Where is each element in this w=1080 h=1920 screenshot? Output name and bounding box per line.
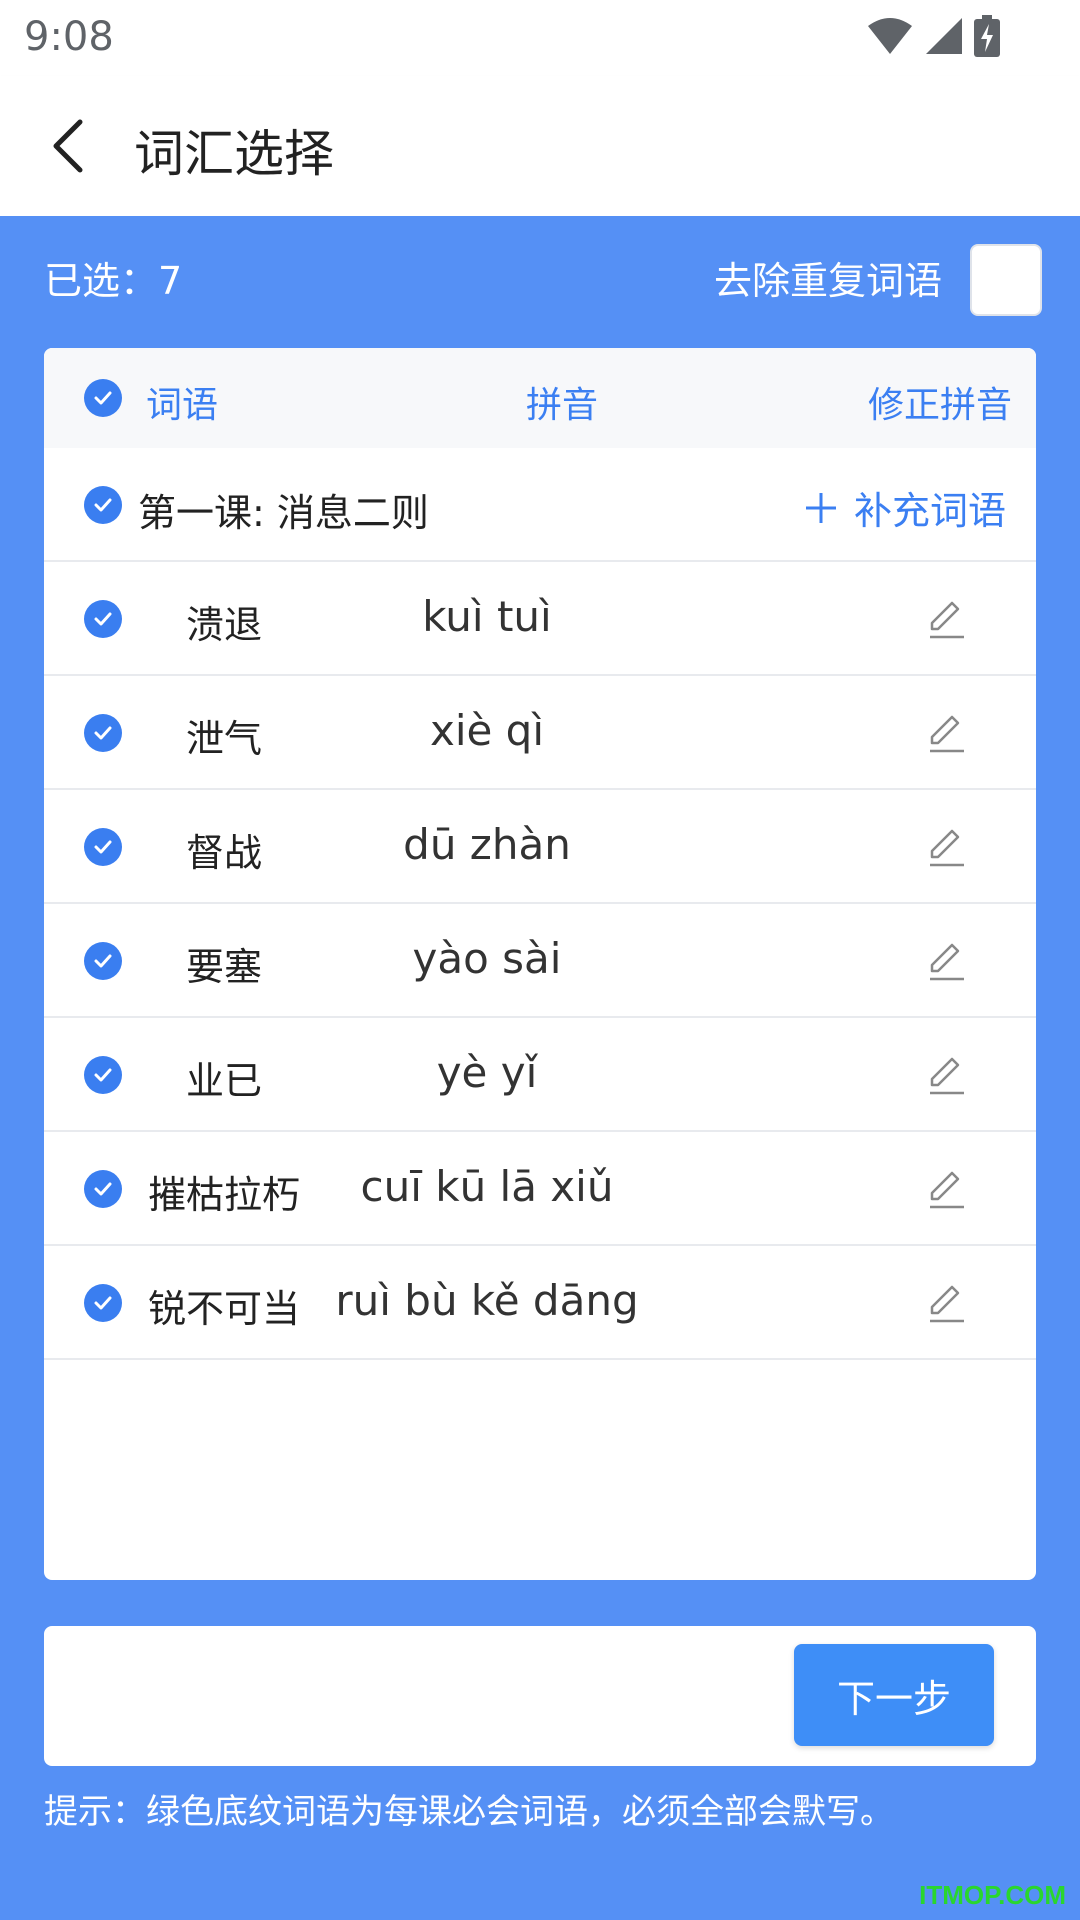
word-row[interactable]: 业已 yè yǐ	[44, 1018, 1036, 1132]
check-icon	[94, 1182, 112, 1196]
word-checkbox[interactable]	[84, 828, 122, 866]
edit-pencil-icon	[930, 601, 964, 639]
content-area: 已选：7 去除重复词语 词语 拼音 修正拼音 第一课: 消息二则 补充词语 溃退…	[0, 216, 1080, 1920]
word-text: 要塞	[186, 945, 263, 989]
edit-pencil-icon	[930, 829, 964, 867]
word-text: 督战	[186, 831, 263, 875]
word-checkbox[interactable]	[84, 1284, 122, 1322]
edit-pinyin-button[interactable]	[924, 597, 968, 641]
plus-icon	[805, 492, 836, 523]
battery-charging-icon	[974, 15, 1000, 57]
word-pinyin: ruì bù kě dāng	[335, 1276, 639, 1325]
dedupe-label: 去除重复词语	[713, 259, 942, 303]
word-text: 泄气	[186, 717, 263, 761]
lesson-checkbox[interactable]	[84, 486, 122, 524]
edit-pencil-icon	[930, 1285, 964, 1323]
edit-pencil-icon	[930, 1057, 964, 1095]
column-header-word: 词语	[146, 385, 219, 426]
word-pinyin: cuī kū lā xiǔ	[360, 1162, 614, 1211]
word-row[interactable]: 要塞 yào sài	[44, 904, 1036, 1018]
edit-pinyin-button[interactable]	[924, 1053, 968, 1097]
edit-pinyin-button[interactable]	[924, 939, 968, 983]
column-header-fix-pinyin: 修正拼音	[867, 385, 1012, 426]
check-icon	[94, 954, 112, 968]
word-row[interactable]: 溃退 kuì tuì	[44, 562, 1036, 676]
word-checkbox[interactable]	[84, 600, 122, 638]
word-row[interactable]: 摧枯拉朽 cuī kū lā xiǔ	[44, 1132, 1036, 1246]
column-header-pinyin: 拼音	[526, 385, 599, 426]
selected-count: 已选：7	[44, 259, 183, 303]
edit-pinyin-button[interactable]	[924, 825, 968, 869]
word-pinyin: xiè qì	[429, 706, 545, 755]
app-bar: 词汇选择	[0, 76, 1080, 216]
add-word-button[interactable]: 补充词语	[804, 480, 1006, 535]
back-button[interactable]	[34, 112, 102, 180]
word-row[interactable]: 泄气 xiè qì	[44, 676, 1036, 790]
check-icon	[94, 391, 112, 405]
select-all-checkbox[interactable]	[84, 379, 122, 417]
word-pinyin: yè yǐ	[436, 1048, 538, 1097]
word-checkbox[interactable]	[84, 942, 122, 980]
check-icon	[94, 840, 112, 854]
word-text: 业已	[186, 1059, 263, 1103]
word-checkbox[interactable]	[84, 1056, 122, 1094]
check-icon	[94, 1068, 112, 1082]
dedupe-checkbox[interactable]	[970, 244, 1042, 316]
edit-pinyin-button[interactable]	[924, 1281, 968, 1325]
table-header: 词语 拼音 修正拼音	[44, 348, 1036, 448]
check-icon	[94, 1296, 112, 1310]
check-icon	[94, 612, 112, 626]
word-row[interactable]: 锐不可当 ruì bù kě dāng	[44, 1246, 1036, 1360]
bottom-panel: 下一步	[44, 1626, 1036, 1766]
edit-pinyin-button[interactable]	[924, 711, 968, 755]
status-time: 9:08	[24, 14, 114, 60]
word-checkbox[interactable]	[84, 1170, 122, 1208]
lesson-row: 第一课: 消息二则 补充词语	[44, 448, 1036, 562]
page-title: 词汇选择	[134, 125, 334, 183]
edit-pencil-icon	[930, 943, 964, 981]
check-icon	[94, 726, 112, 740]
next-step-button[interactable]: 下一步	[794, 1644, 994, 1746]
back-arrow-icon	[53, 119, 83, 173]
word-text: 溃退	[186, 603, 263, 647]
status-bar: 9:08	[0, 0, 1080, 76]
word-list-card: 词语 拼音 修正拼音 第一课: 消息二则 补充词语 溃退 kuì tuì 泄气 xiè…	[44, 348, 1036, 1580]
lesson-title: 第一课: 消息二则	[138, 491, 429, 535]
word-row[interactable]: 督战 dū zhàn	[44, 790, 1036, 904]
word-pinyin: kuì tuì	[422, 592, 552, 641]
add-word-label: 补充词语	[853, 489, 1006, 533]
edit-pencil-icon	[930, 715, 964, 753]
watermark: ITMOP.COM	[919, 1880, 1066, 1910]
signal-icon	[926, 18, 962, 54]
word-checkbox[interactable]	[84, 714, 122, 752]
edit-pencil-icon	[930, 1171, 964, 1209]
status-icons	[866, 14, 1000, 58]
hint-text: 提示：绿色底纹词语为每课必会词语，必须全部会默写。	[44, 1792, 894, 1832]
wifi-icon	[868, 18, 912, 54]
word-pinyin: yào sài	[412, 934, 562, 983]
edit-pinyin-button[interactable]	[924, 1167, 968, 1211]
check-icon	[94, 498, 112, 512]
word-pinyin: dū zhàn	[403, 820, 571, 869]
